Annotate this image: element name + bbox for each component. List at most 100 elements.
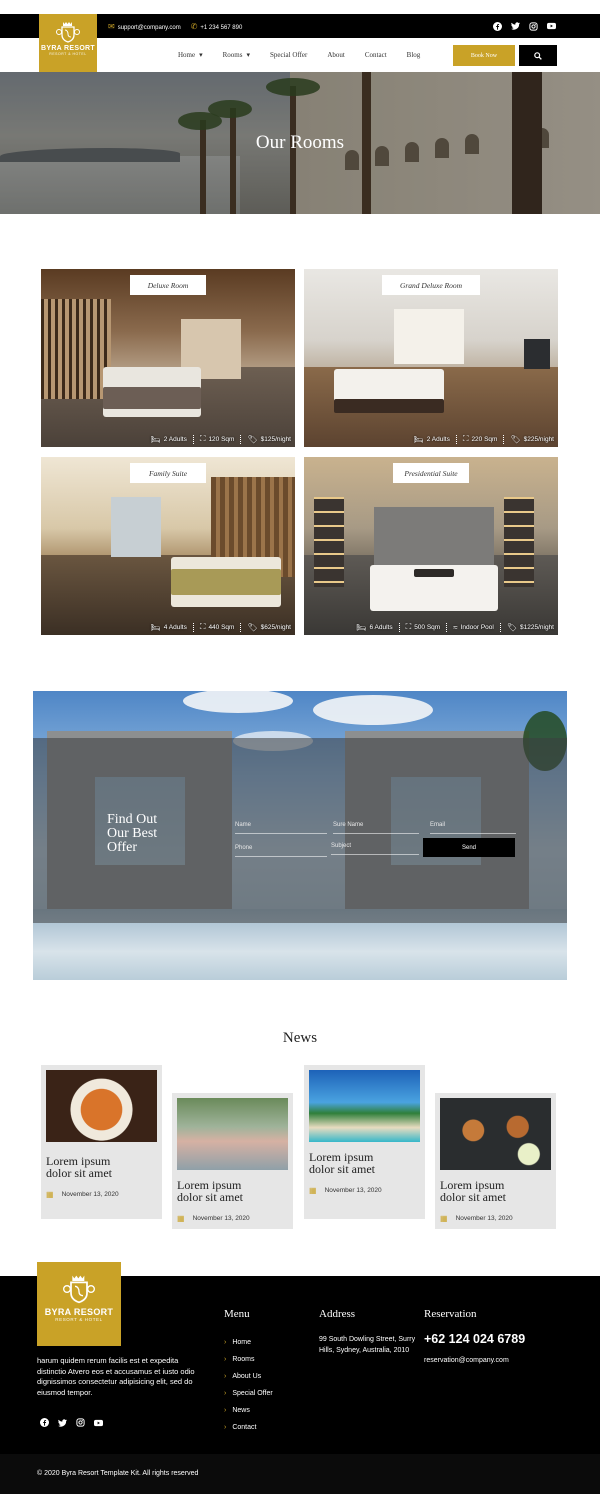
facebook-icon[interactable] xyxy=(40,1418,49,1427)
site-logo[interactable]: BYRA RESORT RESORT & HOTEL xyxy=(39,14,97,72)
news-title: Lorem ipsum dolor sit amet xyxy=(309,1150,375,1176)
send-button[interactable]: Send xyxy=(423,838,515,857)
youtube-icon[interactable] xyxy=(547,22,556,31)
email-field[interactable]: Email xyxy=(430,816,516,834)
room-card-deluxe[interactable]: Deluxe Room 🛏 2 Adults ⛶ 120 Sqm 🏷 $125/nig… xyxy=(41,269,295,447)
reservation-phone[interactable]: +62 124 024 6789 xyxy=(424,1332,525,1346)
offer-heading-line: Our Best xyxy=(107,826,158,841)
page-title: Our Rooms xyxy=(255,132,345,153)
price-tag-icon: 🏷 xyxy=(247,622,258,632)
top-phone-text: +1 234 567 890 xyxy=(200,24,243,31)
room-size: 440 Sqm xyxy=(208,623,235,631)
room-price: $625/night xyxy=(260,623,291,631)
book-now-button[interactable]: Book Now xyxy=(453,45,515,66)
footer-address: 99 South Dowling Street, Surry Hills, Sy… xyxy=(319,1336,416,1354)
name-field[interactable]: Name xyxy=(235,816,327,834)
top-social xyxy=(493,14,556,38)
room-meta: 🛏 4 Adults ⛶ 440 Sqm 🏷 $625/night xyxy=(151,619,291,635)
room-card-family-suite[interactable]: Family Suite 🛏 4 Adults ⛶ 440 Sqm 🏷 $625/ni… xyxy=(41,457,295,635)
area-icon: ⛶ xyxy=(199,622,206,631)
search-button[interactable] xyxy=(519,45,557,66)
top-phone[interactable]: ✆ +1 234 567 890 xyxy=(191,22,243,31)
room-guests: 2 Adults xyxy=(163,435,187,443)
price-tag-icon: 🏷 xyxy=(247,434,258,444)
room-guests: 4 Adults xyxy=(163,623,187,631)
nav-item-home[interactable]: Home xyxy=(178,51,203,59)
twitter-icon[interactable] xyxy=(58,1418,67,1427)
room-extra: Indoor Pool xyxy=(460,623,494,631)
footer-menu-item-home[interactable]: › Home xyxy=(224,1334,273,1351)
reservation-email[interactable]: reservation@company.com xyxy=(424,1357,509,1364)
news-date: ▦ November 13, 2020 xyxy=(177,1214,250,1223)
hero-banner: Our Rooms xyxy=(0,72,600,214)
twitter-icon[interactable] xyxy=(511,22,520,31)
top-email[interactable]: ✉ support@company.com xyxy=(108,22,181,31)
news-image xyxy=(177,1098,288,1170)
room-meta: 🛏 2 Adults ⛶ 220 Sqm 🏷 $225/night xyxy=(414,431,554,447)
news-title: Lorem ipsum dolor sit amet xyxy=(46,1154,112,1180)
chevron-right-icon: › xyxy=(224,1356,227,1363)
instagram-icon[interactable] xyxy=(76,1418,85,1427)
room-guests: 2 Adults xyxy=(426,435,450,443)
room-meta: 🛏 6 Adults ⛶ 500 Sqm ≈ Indoor Pool 🏷 $1225/n… xyxy=(356,619,554,635)
room-guests: 6 Adults xyxy=(369,623,393,631)
room-size: 500 Sqm xyxy=(414,623,441,631)
footer-menu-title: Menu xyxy=(224,1308,250,1320)
area-icon: ⛶ xyxy=(462,434,469,443)
bed-icon: 🛏 xyxy=(413,434,424,444)
footer-menu-item-contact[interactable]: › Contact xyxy=(224,1419,273,1436)
offer-heading: Find Out Our Best Offer xyxy=(107,813,157,855)
calendar-icon: ▦ xyxy=(440,1214,448,1223)
news-image xyxy=(46,1070,157,1142)
chevron-right-icon: › xyxy=(224,1373,227,1380)
nav-item-rooms[interactable]: Rooms xyxy=(223,51,250,59)
copyright-text: © 2020 Byra Resort Template Kit. All rig… xyxy=(37,1470,199,1477)
news-card[interactable]: Lorem ipsum dolor sit amet ▦ November 13, … xyxy=(172,1093,293,1229)
room-card-grand-deluxe[interactable]: Grand Deluxe Room 🛏 2 Adults ⛶ 220 Sqm 🏷 $2… xyxy=(304,269,558,447)
phone-field[interactable]: Phone xyxy=(235,839,327,857)
crest-logo-icon xyxy=(63,1275,95,1304)
news-card[interactable]: Lorem ipsum dolor sit amet ▦ November 13, … xyxy=(435,1093,556,1229)
nav-item-contact[interactable]: Contact xyxy=(365,51,387,59)
bed-icon: 🛏 xyxy=(150,434,161,444)
nav-item-special-offer[interactable]: Special Offer xyxy=(270,51,307,59)
crest-logo-icon xyxy=(56,22,80,43)
surname-field[interactable]: Sure Name xyxy=(333,816,419,834)
mail-icon: ✉ xyxy=(108,21,115,31)
offer-heading-line: Offer xyxy=(107,840,138,855)
room-price: $225/night xyxy=(523,435,554,443)
phone-icon: ✆ xyxy=(190,21,198,31)
logo-name: BYRA RESORT xyxy=(41,45,95,52)
nav-item-about[interactable]: About xyxy=(327,51,345,59)
news-card[interactable]: Lorem ipsum dolor sit amet ▦ November 13, … xyxy=(41,1065,162,1219)
pool-icon: ≈ xyxy=(453,622,458,632)
logo-tagline: RESORT & HOTEL xyxy=(49,52,87,56)
news-date: ▦ November 13, 2020 xyxy=(46,1190,119,1199)
footer-menu-item-about-us[interactable]: › About Us xyxy=(224,1368,273,1385)
news-title: Lorem ipsum dolor sit amet xyxy=(440,1178,506,1204)
room-name-label: Grand Deluxe Room xyxy=(382,275,480,295)
instagram-icon[interactable] xyxy=(529,21,538,31)
footer-address-title: Address xyxy=(319,1308,356,1320)
nav-menu: Home Rooms Special Offer About Contact B… xyxy=(178,38,420,72)
room-card-presidential-suite[interactable]: Presidential Suite 🛏 6 Adults ⛶ 500 Sqm ≈ I… xyxy=(304,457,558,635)
subject-field[interactable]: Subject xyxy=(331,837,419,855)
nav-item-blog[interactable]: Blog xyxy=(407,51,421,59)
facebook-icon[interactable] xyxy=(493,21,502,31)
offer-heading-line: Find Out xyxy=(107,812,158,827)
news-card[interactable]: Lorem ipsum dolor sit amet ▦ November 13, … xyxy=(304,1065,425,1219)
room-name-label: Presidential Suite xyxy=(393,463,469,483)
footer-logo[interactable]: BYRA RESORT RESORT & HOTEL xyxy=(37,1262,121,1346)
chevron-right-icon: › xyxy=(224,1390,227,1397)
footer-menu-item-special-offer[interactable]: › Special Offer xyxy=(224,1385,273,1402)
area-icon: ⛶ xyxy=(199,434,206,443)
top-contact: ✉ support@company.com ✆ +1 234 567 890 xyxy=(108,14,242,38)
footer-menu-item-rooms[interactable]: › Rooms xyxy=(224,1351,273,1368)
footer-reservation-title: Reservation xyxy=(424,1308,477,1320)
price-tag-icon: 🏷 xyxy=(510,434,521,444)
chevron-right-icon: › xyxy=(224,1424,227,1431)
youtube-icon[interactable] xyxy=(94,1418,103,1427)
footer-description: harum quidem rerum facilis est et expedi… xyxy=(37,1356,195,1397)
footer-menu-item-news[interactable]: › News xyxy=(224,1402,273,1419)
top-email-text: support@company.com xyxy=(117,24,181,31)
